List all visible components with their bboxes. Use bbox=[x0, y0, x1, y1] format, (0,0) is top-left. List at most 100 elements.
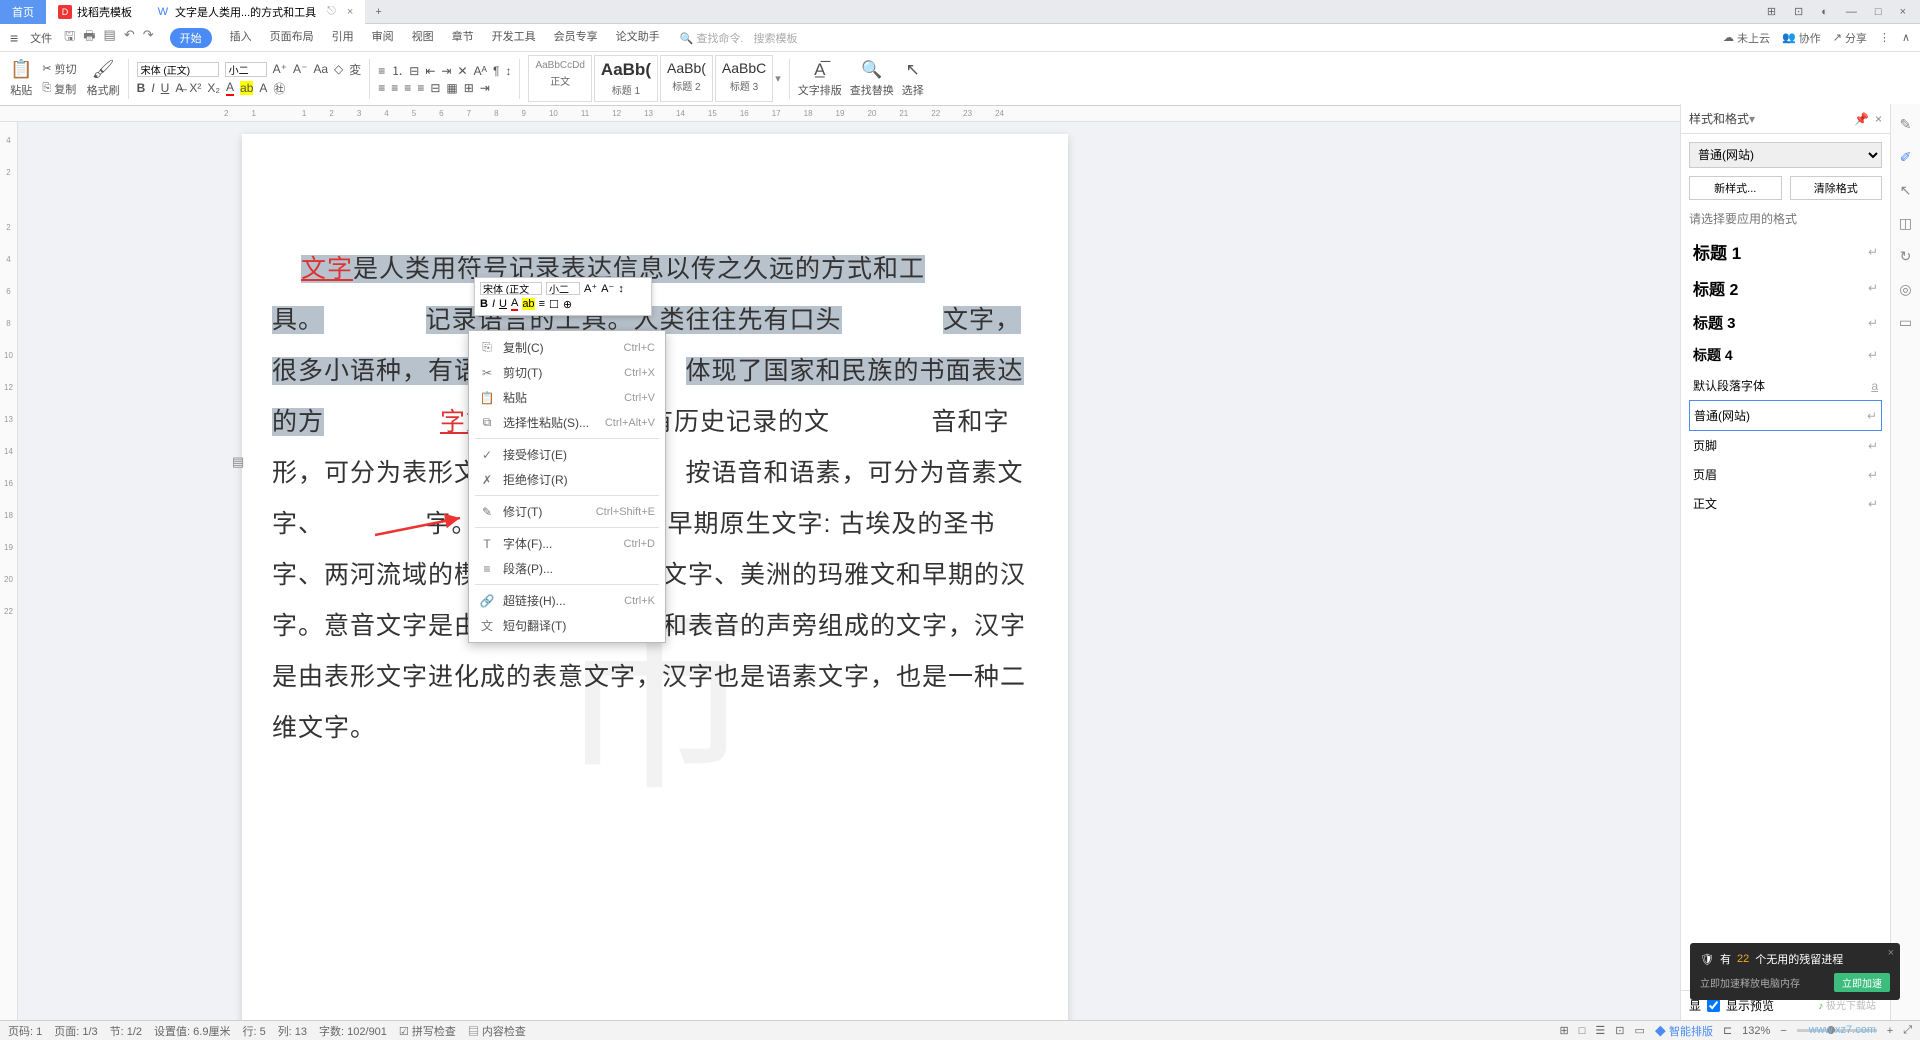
hamburger-icon[interactable]: ≡ bbox=[10, 30, 18, 46]
pin-icon[interactable]: 📌 bbox=[1854, 112, 1869, 126]
phonetic-icon[interactable]: 変 bbox=[349, 61, 361, 78]
mini-increase-font-icon[interactable]: A⁺ bbox=[584, 282, 597, 295]
increase-font-icon[interactable]: A⁺ bbox=[273, 62, 287, 76]
view-mode4-icon[interactable]: ⊡ bbox=[1615, 1024, 1624, 1037]
cut-button[interactable]: ✂剪切 bbox=[40, 60, 78, 78]
collapse-ribbon-icon[interactable]: ∧ bbox=[1902, 31, 1910, 44]
tool-book-icon[interactable]: ▭ bbox=[1899, 314, 1912, 331]
style-header[interactable]: 页眉↵ bbox=[1689, 460, 1882, 489]
tool-format-icon[interactable]: ✐ bbox=[1900, 149, 1912, 166]
align-center-icon[interactable]: ≡ bbox=[391, 81, 398, 95]
apps-icon[interactable]: ⊡ bbox=[1790, 3, 1807, 20]
style-heading1[interactable]: 标题 1↵ bbox=[1689, 233, 1882, 270]
panel-close-icon[interactable]: × bbox=[1875, 112, 1882, 126]
print-icon[interactable]: 🖶 bbox=[83, 27, 95, 49]
mini-font-name[interactable] bbox=[480, 282, 542, 295]
tool-location-icon[interactable]: ◎ bbox=[1899, 281, 1911, 298]
change-case-icon[interactable]: Aa bbox=[313, 62, 328, 76]
ctx-translate[interactable]: 文短句翻译(T) bbox=[469, 613, 665, 638]
zoom-in-icon[interactable]: + bbox=[1887, 1025, 1893, 1037]
save-icon[interactable]: 🖫 bbox=[64, 27, 75, 49]
tab-paper[interactable]: 论文助手 bbox=[616, 28, 660, 48]
format-painter-icon[interactable]: 🖌 bbox=[92, 59, 115, 80]
style-normal-web[interactable]: 普通(网站)↵ bbox=[1689, 400, 1882, 431]
vertical-ruler[interactable]: 422468101213141618192022 bbox=[0, 122, 18, 1020]
style-footer[interactable]: 页脚↵ bbox=[1689, 431, 1882, 460]
fullscreen-icon[interactable]: ⤢ bbox=[1903, 1024, 1912, 1037]
ctx-paragraph[interactable]: ≡段落(P)... bbox=[469, 556, 665, 581]
zoom-slider[interactable] bbox=[1797, 1029, 1877, 1032]
status-words[interactable]: 字数: 102/901 bbox=[319, 1023, 387, 1039]
menu-more-icon[interactable]: ⋮ bbox=[1879, 31, 1890, 44]
view-mode3-icon[interactable]: ☰ bbox=[1595, 1024, 1605, 1037]
tool-select-icon[interactable]: ↖ bbox=[1900, 182, 1912, 199]
tool-shapes-icon[interactable]: ◫ bbox=[1899, 215, 1912, 232]
mini-bold-icon[interactable]: B bbox=[480, 298, 488, 310]
clear-format-button[interactable]: 清除格式 bbox=[1790, 176, 1883, 200]
italic-button[interactable]: I bbox=[151, 81, 154, 95]
print-preview-icon[interactable]: ▤ bbox=[104, 27, 116, 49]
find-replace-button[interactable]: 查找替换 bbox=[850, 82, 894, 98]
tab-references[interactable]: 引用 bbox=[332, 28, 354, 48]
style-gallery[interactable]: AaBbCcDd正文 AaBb(标题 1 AaBb(标题 2 AaBbC标题 3… bbox=[528, 55, 780, 102]
zoom-out-icon[interactable]: − bbox=[1780, 1025, 1786, 1037]
show-marks-icon[interactable]: ¶ bbox=[493, 64, 499, 78]
fit-width-icon[interactable]: ⊏ bbox=[1723, 1024, 1732, 1037]
clear-format-icon[interactable]: ◇ bbox=[334, 62, 343, 76]
mini-underline-icon[interactable]: U bbox=[499, 298, 507, 310]
shading-icon[interactable]: ▦ bbox=[446, 81, 457, 95]
status-spellcheck[interactable]: ☑ 拼写检查 bbox=[399, 1023, 456, 1039]
file-menu[interactable]: 文件 bbox=[24, 30, 58, 46]
ctx-track-changes[interactable]: ✎修订(T)Ctrl+Shift+E bbox=[469, 499, 665, 524]
style-more-icon[interactable]: ▾ bbox=[775, 72, 781, 85]
view-mode5-icon[interactable]: ▭ bbox=[1634, 1024, 1644, 1037]
tab-start[interactable]: 开始 bbox=[170, 28, 212, 48]
distribute-icon[interactable]: ⊟ bbox=[430, 81, 440, 95]
status-section[interactable]: 节: 1/2 bbox=[110, 1023, 142, 1039]
zoom-level[interactable]: 132% bbox=[1742, 1025, 1770, 1037]
char-shading-button[interactable]: A bbox=[259, 81, 267, 95]
ctx-reject-revision[interactable]: ✗拒绝修订(R) bbox=[469, 467, 665, 492]
tab-devtools[interactable]: 开发工具 bbox=[492, 28, 536, 48]
search-command[interactable]: 🔍 查找命令. bbox=[680, 30, 744, 46]
ctx-cut[interactable]: ✂剪切(T)Ctrl+X bbox=[469, 360, 665, 385]
share-button[interactable]: ↗分享 bbox=[1833, 30, 1867, 46]
minimize-icon[interactable]: — bbox=[1842, 4, 1861, 20]
paste-button[interactable]: 粘贴 bbox=[10, 82, 32, 98]
document-editor[interactable]: 帀 ▤ 文字是人类用符号记录表达信息以传之久远的方式和工具。 记录语言的工具。人… bbox=[18, 122, 1680, 1020]
mini-expand-icon[interactable]: ⊕ bbox=[563, 298, 572, 311]
style-body[interactable]: 正文↵ bbox=[1689, 489, 1882, 518]
maximize-icon[interactable]: □ bbox=[1871, 4, 1886, 20]
tab-member[interactable]: 会员专享 bbox=[554, 28, 598, 48]
redo-icon[interactable]: ↷ bbox=[143, 27, 154, 49]
style-default-para-font[interactable]: 默认段落字体a bbox=[1689, 371, 1882, 400]
new-style-button[interactable]: 新样式... bbox=[1689, 176, 1782, 200]
mini-fontcolor-icon[interactable]: A bbox=[511, 297, 518, 311]
mini-highlight-icon[interactable]: ab bbox=[522, 298, 534, 310]
tab-icon[interactable]: ⇥ bbox=[480, 81, 490, 95]
superscript-button[interactable]: X² bbox=[189, 81, 201, 95]
accelerate-button[interactable]: 立即加速 bbox=[1834, 973, 1890, 992]
ctx-accept-revision[interactable]: ✓接受修订(E) bbox=[469, 442, 665, 467]
align-left-icon[interactable]: ≡ bbox=[378, 81, 385, 95]
font-size-input[interactable] bbox=[225, 62, 267, 77]
style-heading3[interactable]: 标题 3↵ bbox=[1689, 306, 1882, 339]
mini-linespace-icon[interactable]: ↕ bbox=[618, 283, 624, 295]
tab-insert[interactable]: 插入 bbox=[230, 28, 252, 48]
style-heading3[interactable]: AaBbC标题 3 bbox=[715, 55, 773, 102]
mini-decrease-font-icon[interactable]: A⁻ bbox=[601, 282, 614, 295]
line-spacing-icon[interactable]: ↕ bbox=[505, 64, 511, 78]
font-name-input[interactable] bbox=[137, 62, 219, 77]
borders-icon[interactable]: ⊞ bbox=[464, 81, 474, 95]
highlight-button[interactable]: ab bbox=[240, 81, 253, 95]
mini-shading-icon[interactable]: ☐ bbox=[549, 298, 559, 311]
style-normal[interactable]: AaBbCcDd正文 bbox=[528, 55, 591, 102]
tab-chapter[interactable]: 章节 bbox=[452, 28, 474, 48]
enclose-button[interactable]: ㊓ bbox=[273, 80, 285, 97]
status-contentcheck[interactable]: ▤ 内容检查 bbox=[468, 1023, 526, 1039]
font-color-button[interactable]: A bbox=[226, 80, 234, 96]
select-icon[interactable]: ↖ bbox=[906, 60, 920, 80]
status-page[interactable]: 页面: 1/3 bbox=[54, 1023, 97, 1039]
format-painter-button[interactable]: 格式刷 bbox=[87, 82, 120, 98]
show-preview-checkbox[interactable] bbox=[1707, 999, 1720, 1012]
